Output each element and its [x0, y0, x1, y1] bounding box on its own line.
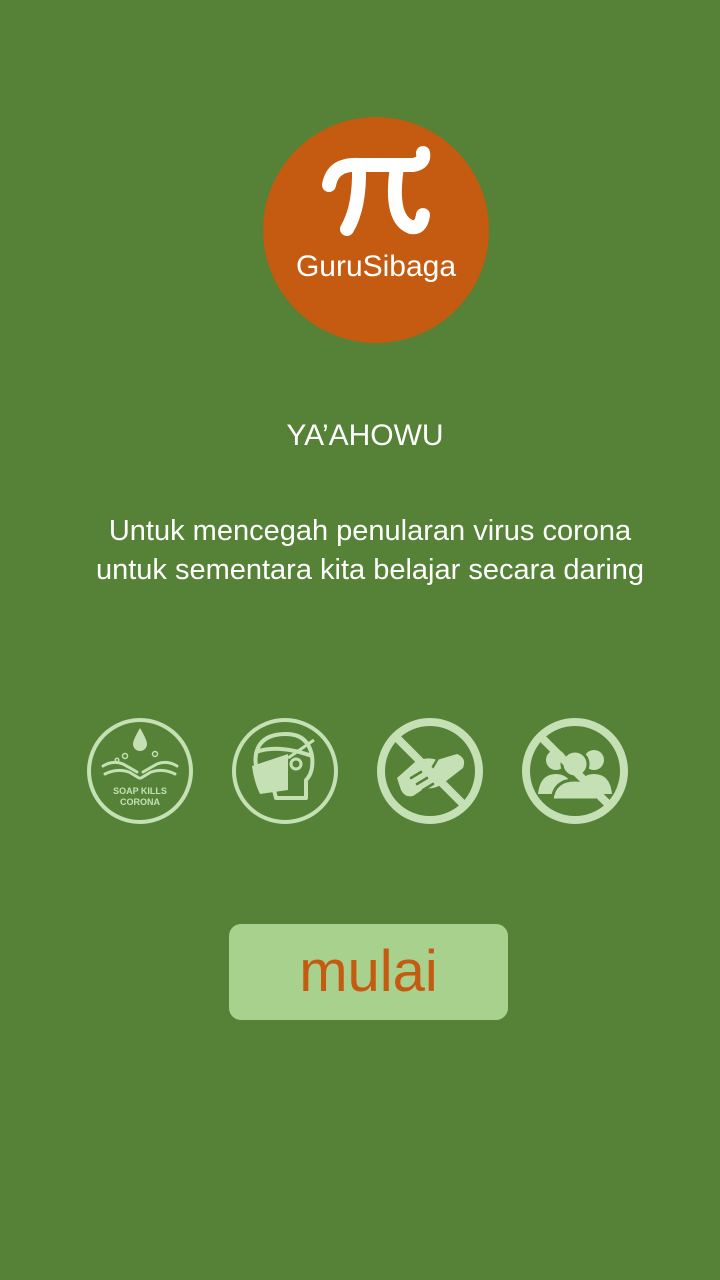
svg-text:SOAP KILLS: SOAP KILLS	[113, 786, 167, 796]
no-handshake-icon	[377, 718, 483, 824]
info-message: Untuk mencegah penularan virus corona un…	[95, 515, 645, 586]
no-crowd-icon	[522, 718, 628, 824]
app-logo: GuruSibaga	[263, 117, 489, 343]
start-button[interactable]: mulai	[229, 924, 508, 1020]
brand-name: GuruSibaga	[295, 250, 457, 283]
pi-icon	[322, 146, 431, 236]
face-mask-icon	[232, 718, 338, 824]
prevention-icons: SOAP KILLS CORONA	[0, 716, 720, 828]
hand-washing-icon: SOAP KILLS CORONA	[87, 718, 193, 824]
svg-text:CORONA: CORONA	[120, 797, 160, 807]
greeting-heading: YA’AHOWU	[286, 419, 444, 452]
